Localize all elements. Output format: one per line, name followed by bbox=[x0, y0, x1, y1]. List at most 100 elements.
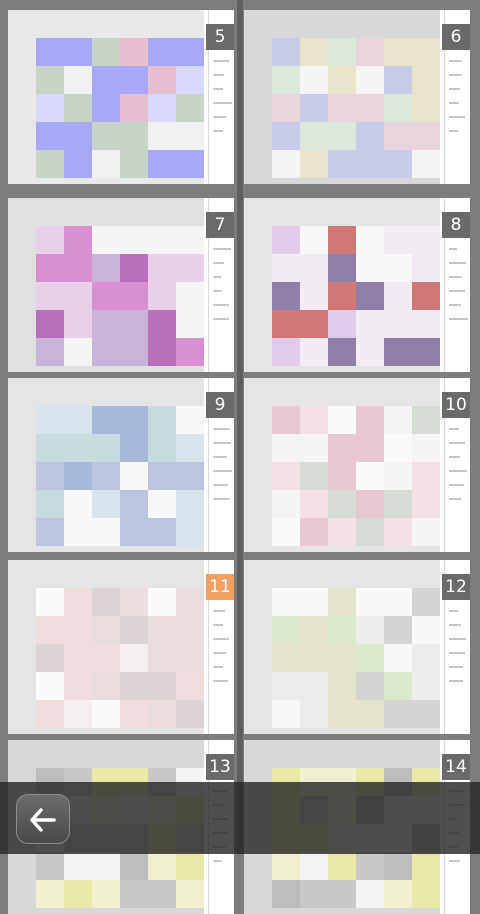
preview-tile bbox=[244, 94, 272, 122]
page-thumbnail[interactable]: 6 bbox=[244, 10, 470, 184]
preview-tile bbox=[148, 728, 176, 734]
preview-tile bbox=[120, 462, 148, 490]
preview-tile bbox=[36, 546, 64, 552]
preview-tile bbox=[384, 908, 412, 914]
preview-tile bbox=[8, 310, 36, 338]
page-preview bbox=[8, 560, 208, 734]
preview-tile bbox=[412, 226, 440, 254]
preview-tile bbox=[272, 672, 300, 700]
text-line bbox=[449, 638, 466, 640]
preview-tile bbox=[120, 434, 148, 462]
preview-tile bbox=[272, 434, 300, 462]
preview-tile bbox=[412, 366, 440, 372]
preview-tile bbox=[176, 546, 204, 552]
preview-tile bbox=[92, 908, 120, 914]
preview-tile bbox=[244, 366, 272, 372]
preview-tile bbox=[120, 546, 148, 552]
preview-tile bbox=[176, 672, 204, 700]
preview-tile bbox=[8, 672, 36, 700]
page-number-badge: 14 bbox=[442, 754, 470, 780]
preview-tile bbox=[92, 728, 120, 734]
text-line bbox=[213, 428, 230, 430]
preview-tile bbox=[64, 672, 92, 700]
page-thumbnail[interactable]: 9 bbox=[8, 378, 234, 552]
preview-tile bbox=[384, 94, 412, 122]
preview-tile bbox=[412, 616, 440, 644]
preview-tile bbox=[272, 94, 300, 122]
page-number-badge: 8 bbox=[442, 212, 470, 238]
preview-tile bbox=[64, 490, 92, 518]
text-line bbox=[449, 860, 460, 862]
page-number-badge: 5 bbox=[206, 24, 234, 50]
preview-tile bbox=[36, 644, 64, 672]
preview-tile bbox=[300, 282, 328, 310]
preview-tile bbox=[328, 226, 356, 254]
preview-tile bbox=[384, 728, 412, 734]
preview-tile bbox=[176, 10, 204, 38]
preview-tile bbox=[92, 310, 120, 338]
page-thumbnail[interactable]: 11 bbox=[8, 560, 234, 734]
preview-tile bbox=[272, 406, 300, 434]
preview-tile bbox=[300, 880, 328, 908]
preview-tile bbox=[176, 178, 204, 184]
preview-tile bbox=[384, 700, 412, 728]
preview-tile bbox=[148, 852, 176, 880]
preview-tile bbox=[328, 616, 356, 644]
preview-tile bbox=[412, 700, 440, 728]
preview-tile bbox=[412, 94, 440, 122]
preview-tile bbox=[120, 740, 148, 768]
page-thumbnail[interactable]: 7 bbox=[8, 198, 234, 372]
preview-tile bbox=[300, 560, 328, 588]
preview-tile bbox=[412, 462, 440, 490]
preview-tile bbox=[412, 178, 440, 184]
preview-tile bbox=[272, 880, 300, 908]
preview-tile bbox=[384, 672, 412, 700]
preview-tile bbox=[412, 588, 440, 616]
preview-tile bbox=[384, 338, 412, 366]
preview-tile bbox=[300, 644, 328, 672]
preview-tile bbox=[272, 560, 300, 588]
text-line bbox=[213, 442, 231, 444]
preview-tile bbox=[384, 560, 412, 588]
page-thumbnail[interactable]: 10 bbox=[244, 378, 470, 552]
preview-tile bbox=[64, 644, 92, 672]
preview-tile bbox=[36, 560, 64, 588]
page-number-badge: 12 bbox=[442, 574, 470, 600]
preview-tile bbox=[64, 728, 92, 734]
preview-tile bbox=[64, 254, 92, 282]
preview-tile bbox=[148, 378, 176, 406]
page-thumbnail[interactable]: 8 bbox=[244, 198, 470, 372]
text-line bbox=[213, 60, 229, 62]
preview-tile bbox=[244, 462, 272, 490]
preview-tile bbox=[272, 122, 300, 150]
preview-tile bbox=[176, 490, 204, 518]
preview-tile bbox=[356, 616, 384, 644]
text-line bbox=[213, 470, 232, 472]
page-thumbnail[interactable]: 12 bbox=[244, 560, 470, 734]
text-line bbox=[213, 304, 229, 306]
preview-tile bbox=[384, 852, 412, 880]
text-line bbox=[449, 88, 460, 90]
preview-tile bbox=[36, 880, 64, 908]
preview-tile bbox=[384, 66, 412, 94]
preview-tile bbox=[272, 740, 300, 768]
preview-tile bbox=[300, 338, 328, 366]
back-button[interactable] bbox=[16, 794, 70, 844]
preview-tile bbox=[120, 880, 148, 908]
preview-tile bbox=[244, 282, 272, 310]
preview-tile bbox=[244, 740, 272, 768]
preview-tile bbox=[384, 740, 412, 768]
preview-tile bbox=[384, 366, 412, 372]
page-thumbnail[interactable]: 5 bbox=[8, 10, 234, 184]
preview-tile bbox=[8, 518, 36, 546]
preview-tile bbox=[356, 254, 384, 282]
preview-tile bbox=[384, 644, 412, 672]
preview-tile bbox=[384, 198, 412, 226]
preview-tile bbox=[244, 310, 272, 338]
preview-tile bbox=[8, 338, 36, 366]
preview-tile bbox=[148, 366, 176, 372]
preview-tile bbox=[8, 226, 36, 254]
preview-tile bbox=[300, 546, 328, 552]
preview-tile bbox=[412, 66, 440, 94]
preview-tile bbox=[328, 740, 356, 768]
